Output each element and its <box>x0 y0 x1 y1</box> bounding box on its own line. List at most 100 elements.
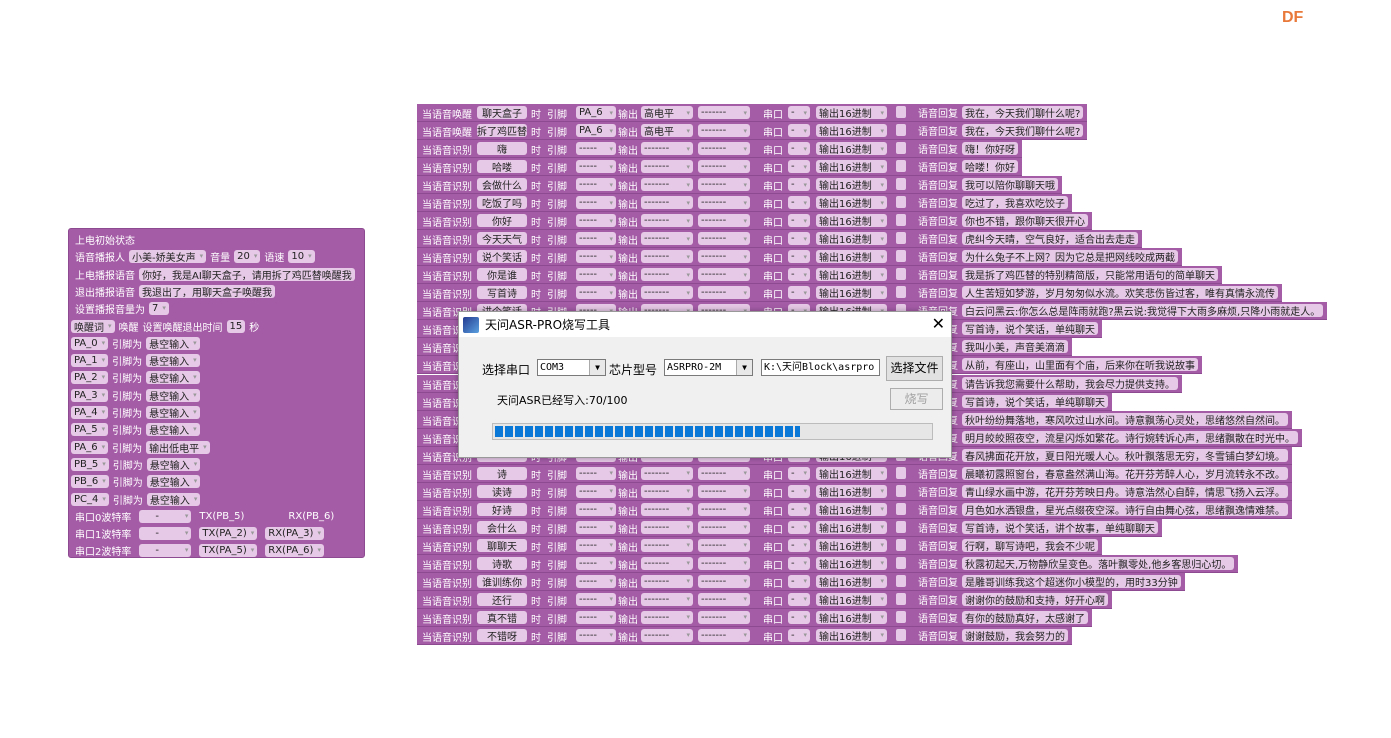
wake-word-select[interactable]: 唤醒词 <box>71 319 115 334</box>
rx-select[interactable]: RX(PA_3) <box>265 526 324 540</box>
extra-select[interactable]: ------- <box>698 268 750 282</box>
checkbox[interactable] <box>896 502 906 515</box>
keyword-field[interactable]: 会做什么 <box>477 178 527 192</box>
voice-rule-row[interactable]: 当语音识别不错呀时引脚-----输出--------------串口-输出16进… <box>417 626 1072 645</box>
reply-text-field[interactable]: 嗨！你好呀 <box>962 142 1018 156</box>
reply-text-field[interactable]: 写首诗，说个笑话，单纯聊天 <box>962 322 1098 336</box>
hex-select[interactable]: 输出16进制 <box>816 214 887 228</box>
voice-rule-row[interactable]: 当语音唤醒聊天盒子时引脚 PA_6输出高电平 ------- 串口-输出16进制 语音回… <box>417 104 1088 122</box>
serial-select[interactable]: - <box>788 214 810 228</box>
keyword-field[interactable]: 吃饭了吗 <box>477 196 527 210</box>
baud-select[interactable]: - <box>139 543 192 557</box>
extra-select[interactable]: ------- <box>698 466 750 480</box>
checkbox[interactable] <box>896 484 906 497</box>
level-select[interactable]: ------- <box>641 538 693 552</box>
level-select[interactable]: ------- <box>641 214 693 228</box>
extra-select[interactable]: ------- <box>698 286 750 300</box>
boot-text-field[interactable]: 你好，我是AI聊天盒子，请用拆了鸡匹替唤醒我 <box>139 267 355 282</box>
hex-select[interactable]: 输出16进制 <box>816 160 887 174</box>
serial-select[interactable]: - <box>788 250 810 264</box>
level-select[interactable]: ------- <box>641 574 693 588</box>
keyword-field[interactable]: 真不错 <box>477 610 527 625</box>
pin-select[interactable]: ----- <box>576 178 616 192</box>
pin-mode-select[interactable]: 悬空输入 <box>146 422 200 437</box>
hex-select[interactable]: 输出16进制 <box>816 556 887 571</box>
checkbox[interactable] <box>896 556 906 569</box>
reply-text-field[interactable]: 我在，今天我们聊什么呢? <box>962 124 1084 138</box>
serial-select[interactable]: - <box>788 610 810 624</box>
baud-select[interactable]: - <box>139 509 192 523</box>
keyword-field[interactable]: 今天天气 <box>477 232 527 246</box>
pin-select[interactable]: PA_3 <box>71 388 109 402</box>
pin-select[interactable]: ----- <box>576 520 616 534</box>
level-select[interactable]: 高电平 <box>641 124 693 138</box>
level-select[interactable]: ------- <box>641 520 693 534</box>
serial-select[interactable]: - <box>788 142 810 156</box>
checkbox[interactable] <box>896 178 906 191</box>
reply-text-field[interactable]: 青山绿水画中游，花开芬芳映日舟。诗意浩然心自醉，情思飞扬入云浮。 <box>962 484 1288 499</box>
keyword-field[interactable]: 哈喽 <box>477 160 527 174</box>
voice-rule-row[interactable]: 当语音识别会做什么时引脚-----输出--------------串口-输出16… <box>417 176 1062 195</box>
voice-rule-row[interactable]: 当语音识别会什么时引脚-----输出--------------串口-输出16进… <box>417 518 1162 537</box>
serial-select[interactable]: - <box>788 592 810 606</box>
pin-select[interactable]: ----- <box>576 268 616 282</box>
close-icon[interactable]: ✕ <box>932 314 945 333</box>
extra-select[interactable]: ------- <box>698 592 750 606</box>
extra-select[interactable]: ------- <box>698 484 750 498</box>
reply-text-field[interactable]: 虎纠今天晴，空气良好，适合出去走走 <box>962 232 1138 246</box>
voice-rule-row[interactable]: 当语音识别你是谁时引脚-----输出--------------串口-输出16进… <box>417 266 1222 285</box>
keyword-field[interactable]: 不错呀 <box>477 628 527 643</box>
reply-text-field[interactable]: 我叫小美，声音美滴滴 <box>962 340 1068 354</box>
reply-text-field[interactable]: 晨曦初露照窗台，春意盎然满山海。花开芬芳醉人心，岁月流转永不改。 <box>962 466 1288 481</box>
pin-mode-select[interactable]: 悬空输入 <box>146 370 200 385</box>
checkbox[interactable] <box>896 124 906 136</box>
rx-select[interactable]: RX(PA_6) <box>265 543 324 557</box>
serial-select[interactable]: - <box>788 286 810 300</box>
pin-select[interactable]: PA_6 <box>576 106 616 119</box>
extra-select[interactable]: ------- <box>698 214 750 228</box>
level-select[interactable]: ------- <box>641 142 693 156</box>
voice-rule-row[interactable]: 当语音识别还行时引脚-----输出--------------串口-输出16进制… <box>417 590 1112 609</box>
pin-select[interactable]: PC_4 <box>71 492 109 506</box>
hex-select[interactable]: 输出16进制 <box>816 268 887 282</box>
voice-rule-row[interactable]: 当语音识别好诗时引脚-----输出--------------串口-输出16进制… <box>417 500 1292 519</box>
keyword-field[interactable]: 聊天盒子 <box>477 106 527 120</box>
checkbox[interactable] <box>896 628 906 641</box>
pin-select[interactable]: ----- <box>576 628 616 642</box>
hex-select[interactable]: 输出16进制 <box>816 466 887 481</box>
init-state-block[interactable]: 上电初始状态语音播报人小美-娇美女声音量20语速10 上电播报语音你好，我是AI聊… <box>68 228 365 558</box>
hex-select[interactable]: 输出16进制 <box>816 610 887 625</box>
reply-text-field[interactable]: 我在，今天我们聊什么呢? <box>962 106 1084 120</box>
checkbox[interactable] <box>896 520 906 533</box>
checkbox[interactable] <box>896 196 906 209</box>
checkbox[interactable] <box>896 592 906 605</box>
level-select[interactable]: ------- <box>641 556 693 570</box>
serial-select[interactable]: - <box>788 628 810 642</box>
keyword-field[interactable]: 诗 <box>477 466 527 481</box>
extra-select[interactable]: ------- <box>698 160 750 174</box>
pin-select[interactable]: ----- <box>576 286 616 300</box>
voice-rule-row[interactable]: 当语音唤醒拆了鸡匹替时引脚 PA_6输出高电平 ------- 串口-输出16进制 语音… <box>417 122 1088 140</box>
level-select[interactable]: ------- <box>641 484 693 498</box>
extra-select[interactable]: ------- <box>698 628 750 642</box>
keyword-field[interactable]: 谁训练你 <box>477 574 527 589</box>
volume-select[interactable]: 20 <box>234 249 261 263</box>
keyword-field[interactable]: 写首诗 <box>477 286 527 300</box>
pin-select[interactable]: ----- <box>576 538 616 552</box>
hex-select[interactable]: 输出16进制 <box>816 628 887 643</box>
pin-select[interactable]: ----- <box>576 250 616 264</box>
burn-button[interactable]: 烧写 <box>890 388 943 410</box>
pin-select[interactable]: ----- <box>576 196 616 210</box>
extra-select[interactable]: ------- <box>698 142 750 156</box>
pin-select[interactable]: ----- <box>576 556 616 570</box>
pin-mode-select[interactable]: 悬空输入 <box>146 457 201 472</box>
reply-text-field[interactable]: 请告诉我您需要什么帮助，我会尽力提供支持。 <box>962 376 1178 391</box>
voice-rule-row[interactable]: 当语音识别今天天气时引脚-----输出--------------串口-输出16… <box>417 230 1142 249</box>
level-select[interactable]: ------- <box>641 286 693 300</box>
serial-select[interactable]: - <box>788 160 810 174</box>
voice-rule-row[interactable]: 当语音识别读诗时引脚-----输出--------------串口-输出16进制… <box>417 482 1292 501</box>
pin-select[interactable]: ----- <box>576 610 616 624</box>
dialog-titlebar[interactable]: 天问ASR-PRO烧写工具 ✕ <box>459 312 951 337</box>
checkbox[interactable] <box>896 268 906 281</box>
pin-select[interactable]: PA_1 <box>71 353 109 367</box>
